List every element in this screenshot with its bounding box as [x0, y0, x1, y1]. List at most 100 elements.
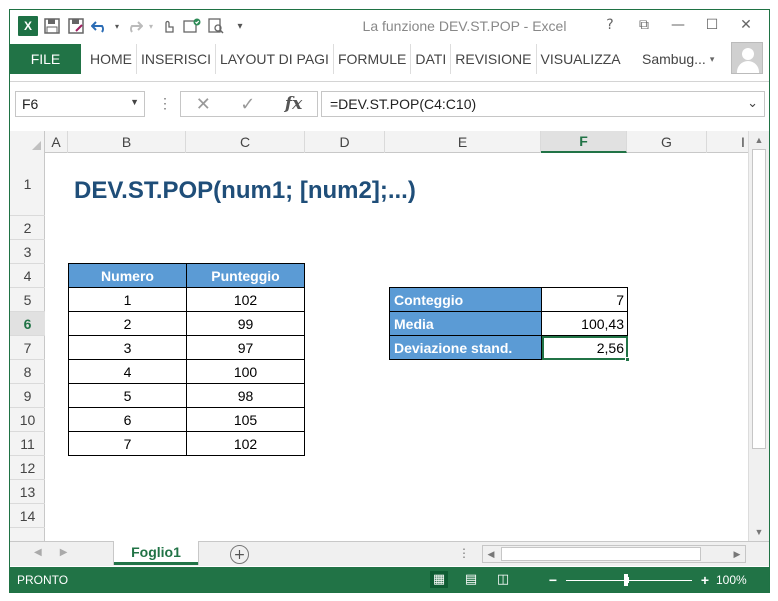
column-header-e[interactable]: E — [385, 131, 541, 153]
zoom-in-icon[interactable]: + — [698, 572, 712, 588]
row-header-6[interactable]: 6 — [10, 312, 45, 336]
table-header-row: Numero Punteggio — [68, 263, 305, 288]
cell-punteggio[interactable]: 105 — [186, 407, 305, 432]
row-header-7[interactable]: 7 — [10, 336, 45, 360]
summary-table: Conteggio 7 Media 100,43 Deviazione stan… — [389, 287, 630, 362]
cell-punteggio[interactable]: 102 — [186, 431, 305, 456]
table-row: 2 99 — [68, 311, 305, 336]
tab-dati[interactable]: DATI — [411, 44, 452, 74]
name-box-value: F6 — [22, 96, 39, 112]
tab-visualizza[interactable]: VISUALIZZA — [537, 44, 625, 74]
column-header-d[interactable]: D — [305, 131, 385, 153]
row-header-11[interactable]: 11 — [10, 432, 45, 456]
maximize-icon[interactable]: ☐ — [695, 14, 729, 36]
zoom-slider[interactable]: − + — [546, 572, 712, 588]
cell-numero[interactable]: 5 — [68, 383, 187, 408]
scroll-right-icon[interactable]: ▶ — [729, 546, 745, 562]
header-numero[interactable]: Numero — [68, 263, 187, 288]
close-icon[interactable]: ✕ — [729, 14, 763, 36]
vertical-scrollbar[interactable]: ▲ ▼ — [748, 131, 769, 541]
scroll-left-icon[interactable]: ◀ — [483, 546, 499, 562]
vertical-dots-icon[interactable]: ⋮ — [158, 95, 172, 112]
name-box[interactable]: F6 ▼ — [15, 91, 145, 117]
cell-area[interactable]: DEV.ST.POP(num1; [num2];...) Numero Punt… — [45, 153, 748, 541]
label-deviazione[interactable]: Deviazione stand. — [389, 335, 542, 360]
next-sheet-icon[interactable]: ▶ — [60, 547, 68, 558]
cell-punteggio[interactable]: 102 — [186, 287, 305, 312]
row-header-5[interactable]: 5 — [10, 288, 45, 312]
tab-home[interactable]: HOME — [86, 44, 137, 74]
select-all-corner[interactable] — [10, 131, 45, 153]
page-break-view-icon[interactable]: ◫ — [494, 571, 512, 588]
column-header-f[interactable]: F — [541, 131, 627, 153]
sheet-nav: ◀ ▶ — [34, 547, 67, 558]
column-header-b[interactable]: B — [68, 131, 186, 153]
label-conteggio[interactable]: Conteggio — [389, 287, 542, 312]
help-icon[interactable]: ? — [593, 14, 627, 36]
cell-punteggio[interactable]: 98 — [186, 383, 305, 408]
row-header-8[interactable]: 8 — [10, 360, 45, 384]
table-row: Conteggio 7 — [389, 287, 628, 312]
sheet-title[interactable]: DEV.ST.POP(num1; [num2];...) — [74, 177, 416, 205]
scrollbar-thumb[interactable] — [752, 149, 766, 449]
row-header-10[interactable]: 10 — [10, 408, 45, 432]
tab-inserisci[interactable]: INSERISCI — [137, 44, 217, 74]
tab-formule[interactable]: FORMULE — [334, 44, 412, 74]
chevron-down-icon[interactable]: ▼ — [130, 97, 139, 107]
row-header-9[interactable]: 9 — [10, 384, 45, 408]
scroll-up-icon[interactable]: ▲ — [749, 131, 769, 149]
row-header-1[interactable]: 1 — [10, 153, 45, 216]
expand-formula-bar-icon[interactable]: ⌄ — [747, 95, 758, 111]
row-header-13[interactable]: 13 — [10, 480, 45, 504]
value-conteggio[interactable]: 7 — [541, 287, 628, 312]
splitter-dots-icon[interactable]: ⋮ — [458, 546, 470, 560]
cell-numero[interactable]: 6 — [68, 407, 187, 432]
enter-icon[interactable]: ✓ — [240, 94, 255, 115]
row-header-14[interactable]: 14 — [10, 504, 45, 528]
column-header-g[interactable]: G — [627, 131, 707, 153]
value-deviazione: 2,56 — [596, 339, 624, 356]
value-media[interactable]: 100,43 — [541, 311, 628, 336]
column-header-c[interactable]: C — [186, 131, 305, 153]
formula-input[interactable]: =DEV.ST.POP(C4:C10) ⌄ — [321, 91, 765, 117]
cell-numero[interactable]: 4 — [68, 359, 187, 384]
cell-numero[interactable]: 7 — [68, 431, 187, 456]
minimize-icon[interactable]: — — [661, 14, 695, 36]
header-punteggio[interactable]: Punteggio — [186, 263, 305, 288]
scrollbar-thumb[interactable] — [501, 547, 701, 561]
zoom-level[interactable]: 100% — [716, 573, 747, 587]
column-header-a[interactable]: A — [45, 131, 68, 153]
zoom-track[interactable] — [566, 573, 692, 586]
horizontal-scrollbar[interactable]: ◀ ▶ — [482, 545, 746, 563]
zoom-out-icon[interactable]: − — [546, 572, 560, 588]
active-cell-f6[interactable]: 2,56 — [541, 335, 630, 362]
sheet-tab-foglio1[interactable]: Foglio1 — [114, 541, 198, 565]
zoom-knob[interactable] — [624, 573, 628, 586]
avatar[interactable] — [731, 42, 763, 74]
label-media[interactable]: Media — [389, 311, 542, 336]
row-header-3[interactable]: 3 — [10, 240, 45, 264]
cancel-icon[interactable]: ✕ — [196, 94, 211, 115]
prev-sheet-icon[interactable]: ◀ — [34, 547, 42, 558]
row-header-2[interactable]: 2 — [10, 216, 45, 240]
fill-handle[interactable] — [625, 357, 630, 362]
row-header-4[interactable]: 4 — [10, 264, 45, 288]
page-layout-view-icon[interactable]: ▤ — [462, 571, 480, 588]
cell-punteggio[interactable]: 97 — [186, 335, 305, 360]
normal-view-icon[interactable]: ▦ — [430, 571, 448, 588]
column-header-i[interactable]: I — [707, 131, 748, 153]
cell-numero[interactable]: 1 — [68, 287, 187, 312]
add-sheet-icon[interactable]: + — [230, 545, 249, 564]
ribbon-display-options-icon[interactable]: ⧉ — [627, 14, 661, 36]
tab-file[interactable]: FILE — [10, 44, 81, 74]
cell-numero[interactable]: 3 — [68, 335, 187, 360]
user-account[interactable]: Sambug... ▾ — [642, 44, 714, 74]
scroll-down-icon[interactable]: ▼ — [749, 523, 769, 541]
insert-function-icon[interactable]: fx — [285, 94, 302, 114]
cell-punteggio[interactable]: 99 — [186, 311, 305, 336]
tab-revisione[interactable]: REVISIONE — [451, 44, 537, 74]
tab-layout-di-pagina[interactable]: LAYOUT DI PAGI — [216, 44, 334, 74]
cell-punteggio[interactable]: 100 — [186, 359, 305, 384]
row-header-12[interactable]: 12 — [10, 456, 45, 480]
cell-numero[interactable]: 2 — [68, 311, 187, 336]
